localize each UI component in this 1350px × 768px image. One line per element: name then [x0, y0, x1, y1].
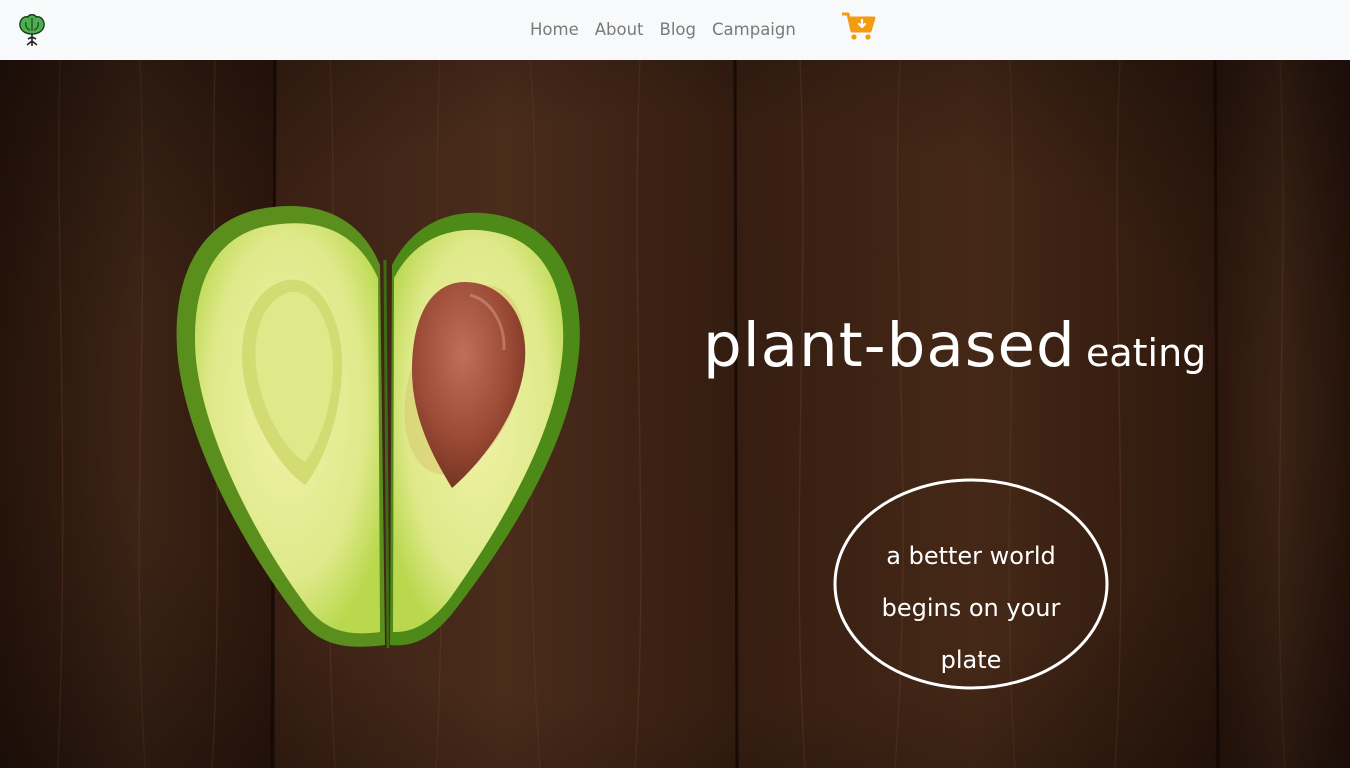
nav-links: Home About Blog Campaign: [522, 17, 804, 43]
hero-title-main: plant-based: [703, 310, 1076, 381]
hero-background-image: [0, 60, 1350, 768]
brand-logo-icon[interactable]: [14, 12, 50, 48]
cart-icon[interactable]: [841, 11, 876, 41]
hero-title: plant-based eating: [703, 310, 1206, 381]
hero: plant-based eating a better world begins…: [0, 60, 1350, 768]
nav-link-campaign[interactable]: Campaign: [704, 17, 804, 43]
slogan-line-2: begins on your: [881, 594, 1061, 622]
navbar: Home About Blog Campaign: [0, 0, 1350, 60]
hero-title-sub: eating: [1085, 331, 1207, 375]
nav-link-about[interactable]: About: [587, 17, 652, 43]
nav-link-home[interactable]: Home: [522, 17, 587, 43]
slogan-line-1: a better world: [886, 542, 1056, 570]
slogan-line-3: plate: [940, 646, 1002, 674]
nav-link-blog[interactable]: Blog: [652, 17, 704, 43]
hero-slogan: a better world begins on your plate: [832, 530, 1110, 686]
